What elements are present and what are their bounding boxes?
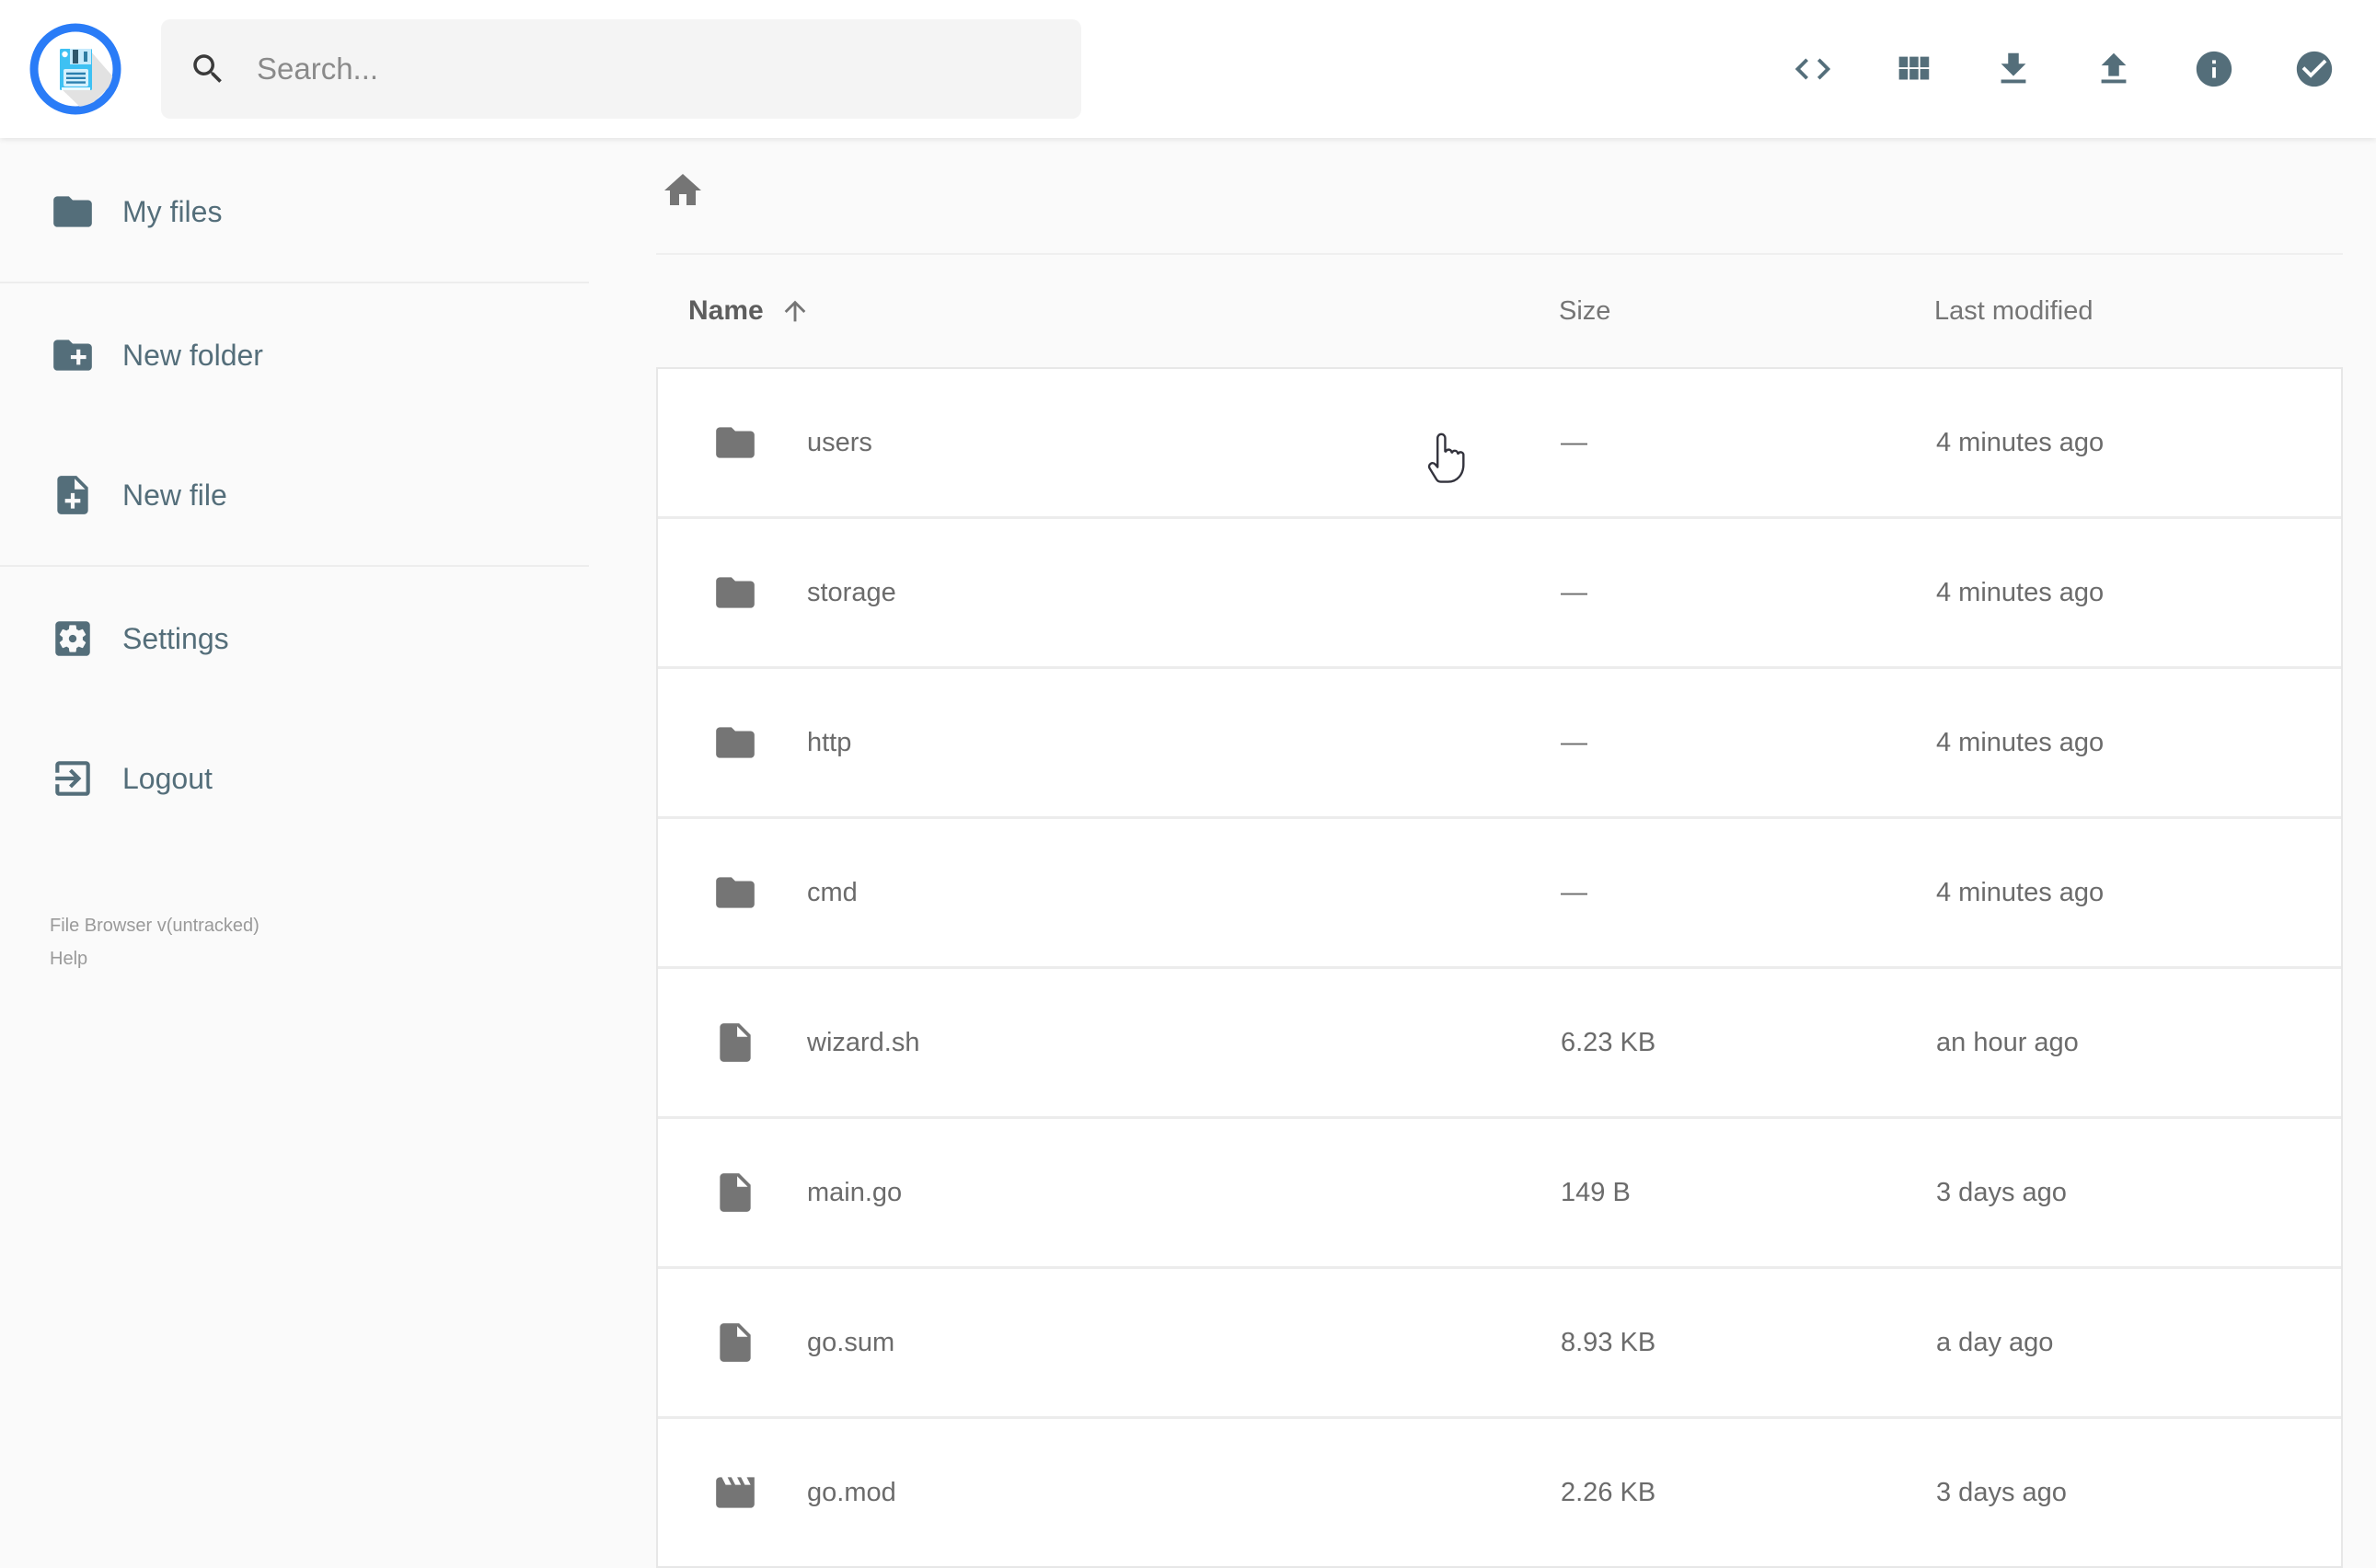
folder-icon (712, 870, 758, 916)
home-button[interactable] (661, 168, 705, 213)
info-button[interactable] (2193, 48, 2235, 90)
home-icon (664, 174, 701, 205)
file-row[interactable]: main.go 149 B 3 days ago (658, 1116, 2341, 1266)
file-row[interactable]: http — 4 minutes ago (658, 666, 2341, 816)
folder-icon (712, 570, 758, 616)
shell-button[interactable] (1792, 48, 1834, 90)
sidebar-item-logout[interactable]: Logout (0, 732, 589, 824)
breadcrumb (656, 138, 2343, 213)
file-row[interactable]: go.mod 2.26 KB 3 days ago (658, 1416, 2341, 1566)
column-header-name-label: Name (688, 295, 764, 326)
info-icon (2196, 51, 2232, 87)
floppy-disk-logo (29, 23, 121, 115)
folder-icon (50, 189, 96, 235)
sidebar-item-label: New file (122, 478, 227, 512)
select-multiple-button[interactable] (2293, 48, 2336, 90)
settings-icon (50, 616, 96, 662)
sort-ascending-arrow-icon (779, 295, 811, 327)
sidebar-item-settings[interactable]: Settings (0, 593, 589, 685)
file-row[interactable]: go.sum 8.93 KB a day ago (658, 1266, 2341, 1416)
column-header-name[interactable]: Name (688, 295, 1559, 327)
column-header-modified[interactable]: Last modified (1934, 296, 2343, 327)
upload-button[interactable] (2093, 48, 2135, 90)
file-row[interactable]: users — 4 minutes ago (658, 369, 2341, 516)
sidebar-footer: File Browser v(untracked) Help (50, 909, 589, 975)
sidebar-divider (0, 282, 589, 283)
search-icon (189, 50, 227, 88)
new-folder-icon (50, 332, 96, 378)
file-icon (712, 1320, 758, 1366)
file-icon (712, 1170, 758, 1216)
code-icon (1794, 58, 1831, 80)
header-actions (1792, 48, 2336, 90)
app-logo[interactable] (29, 23, 121, 115)
sidebar-item-new-folder[interactable]: New folder (0, 309, 589, 401)
sidebar-item-my-files[interactable]: My files (0, 166, 589, 258)
search-input[interactable] (255, 51, 1054, 87)
file-row[interactable]: wizard.sh 6.23 KB an hour ago (658, 966, 2341, 1116)
sidebar-item-label: Logout (122, 761, 213, 795)
upload-icon (2101, 52, 2127, 84)
download-icon (2001, 52, 2026, 84)
sidebar-item-new-file[interactable]: New file (0, 449, 589, 541)
new-file-icon (50, 472, 96, 518)
file-icon (712, 1020, 758, 1066)
download-button[interactable] (1992, 48, 2035, 90)
app-version-text: File Browser v(untracked) (50, 916, 260, 936)
help-link[interactable]: Help (50, 942, 589, 975)
sidebar: My files New folder New file Settings Lo… (0, 138, 589, 1528)
grid-view-icon (1898, 56, 1930, 80)
listing-header: Name Size Last modified (656, 255, 2343, 367)
movie-icon (712, 1470, 758, 1516)
sidebar-divider (0, 565, 589, 567)
file-list: users — 4 minutes ago storage — 4 minute… (656, 367, 2343, 1568)
sidebar-item-label: New folder (122, 338, 263, 372)
filebrowser-app: My files New folder New file Sett (0, 0, 2376, 1568)
folder-icon (712, 720, 758, 766)
file-listing-area: Name Size Last modified users — 4 minute… (589, 138, 2376, 1568)
switch-view-button[interactable] (1892, 48, 1934, 90)
logout-icon (50, 755, 96, 801)
sidebar-item-label: Settings (122, 621, 229, 655)
sidebar-item-label: My files (122, 194, 223, 228)
file-row[interactable]: cmd — 4 minutes ago (658, 816, 2341, 966)
file-row[interactable]: storage — 4 minutes ago (658, 516, 2341, 666)
column-header-size[interactable]: Size (1559, 296, 1934, 327)
app-header (0, 0, 2376, 138)
search-bar[interactable] (161, 19, 1081, 119)
check-circle-icon (2296, 51, 2333, 87)
folder-icon (712, 420, 758, 466)
